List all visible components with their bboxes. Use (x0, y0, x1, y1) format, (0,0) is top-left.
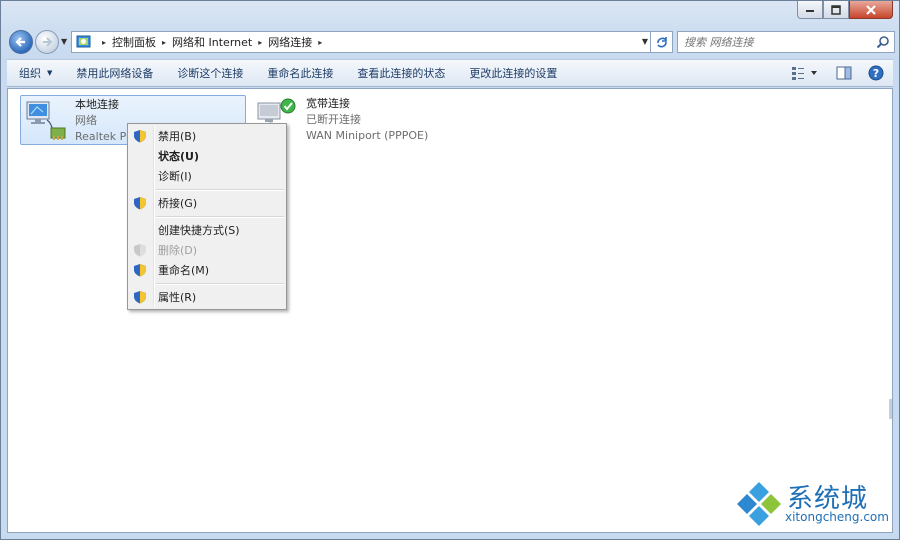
help-icon: ? (868, 65, 884, 81)
breadcrumb-root-arrow[interactable]: ▸ (102, 38, 106, 47)
context-menu: 禁用(B) 状态(U) 诊断(I) 桥接(G) 创建快捷方式(S) 删除(D) (127, 123, 287, 310)
uac-shield-icon (134, 130, 146, 143)
diagnose-connection-button[interactable]: 诊断这个连接 (165, 60, 255, 86)
menu-separator (128, 186, 286, 193)
address-bar[interactable]: ▸ 控制面板 ▸ 网络和 Internet ▸ 网络连接 ▸ ▼ (71, 31, 651, 53)
preview-pane-icon (836, 66, 852, 80)
menu-item-label: 禁用(B) (158, 130, 197, 143)
menu-item-label: 诊断(I) (158, 170, 192, 183)
change-settings-button[interactable]: 更改此连接的设置 (457, 60, 569, 86)
maximize-button[interactable] (823, 1, 849, 19)
watermark-logo-icon (737, 482, 781, 526)
address-dropdown[interactable]: ▼ (642, 37, 648, 46)
menu-item-delete: 删除(D) (128, 240, 286, 260)
scrollbar[interactable] (889, 399, 892, 419)
menu-item-label: 状态(U) (158, 150, 199, 163)
menu-item-label: 属性(R) (158, 291, 197, 304)
menu-item-status[interactable]: 状态(U) (128, 146, 286, 166)
connection-status: 已断开连接 (306, 113, 361, 126)
search-input[interactable] (684, 35, 864, 49)
close-button[interactable] (849, 1, 893, 19)
menu-item-create-shortcut[interactable]: 创建快捷方式(S) (128, 220, 286, 240)
forward-button[interactable] (35, 30, 59, 54)
watermark-url: xitongcheng.com (785, 510, 889, 524)
breadcrumb-network-connections[interactable]: 网络连接 (268, 34, 312, 50)
organize-label: 组织 (19, 67, 41, 80)
uac-shield-disabled-icon (134, 244, 146, 257)
rename-connection-button[interactable]: 重命名此连接 (255, 60, 345, 86)
organize-menu[interactable]: 组织 ▼ (7, 60, 64, 86)
watermark: 系统城 xitongcheng.com (733, 478, 889, 528)
menu-item-bridge[interactable]: 桥接(G) (128, 193, 286, 213)
view-options-icon (792, 67, 817, 80)
change-view-button[interactable] (789, 63, 823, 83)
menu-item-rename[interactable]: 重命名(M) (128, 260, 286, 280)
forward-arrow-icon (43, 37, 53, 47)
breadcrumb-control-panel[interactable]: 控制面板 (112, 34, 156, 50)
menu-item-properties[interactable]: 属性(R) (128, 287, 286, 307)
menu-item-disable[interactable]: 禁用(B) (128, 126, 286, 146)
disable-device-button[interactable]: 禁用此网络设备 (64, 60, 165, 86)
close-icon (866, 4, 876, 15)
breadcrumb-arrow[interactable]: ▸ (258, 38, 262, 47)
menu-separator (128, 213, 286, 220)
back-arrow-icon (15, 37, 25, 47)
refresh-button[interactable] (651, 31, 673, 53)
address-row: ▼ ▸ 控制面板 ▸ 网络和 Internet ▸ 网络连接 ▸ ▼ (7, 29, 895, 55)
menu-item-diagnose[interactable]: 诊断(I) (128, 166, 286, 186)
uac-shield-icon (134, 264, 146, 277)
breadcrumb-arrow[interactable]: ▸ (318, 38, 322, 47)
search-box[interactable] (677, 31, 895, 53)
minimize-icon (806, 9, 814, 12)
connection-broadband-text: 宽带连接 已断开连接 WAN Miniport (PPPOE) (306, 95, 428, 145)
uac-shield-icon (134, 291, 146, 304)
menu-separator (128, 280, 286, 287)
breadcrumb-network-internet[interactable]: 网络和 Internet (172, 34, 252, 50)
recent-pages-dropdown[interactable]: ▼ (61, 37, 67, 46)
connection-device: WAN Miniport (PPPOE) (306, 129, 429, 142)
back-button[interactable] (9, 30, 33, 54)
explorer-window: ▼ ▸ 控制面板 ▸ 网络和 Internet ▸ 网络连接 ▸ ▼ 搜索 网络… (0, 0, 900, 540)
toolbar-right: ? (789, 63, 887, 83)
preview-pane-button[interactable] (833, 63, 855, 83)
connection-name: 本地连接 (75, 98, 119, 111)
minimize-button[interactable] (797, 1, 823, 19)
maximize-icon (831, 4, 841, 15)
command-bar: 组织 ▼ 禁用此网络设备 诊断这个连接 重命名此连接 查看此连接的状态 更改此连接… (7, 59, 893, 87)
menu-item-label: 创建快捷方式(S) (158, 224, 240, 237)
menu-item-label: 桥接(G) (158, 197, 198, 210)
connection-name: 宽带连接 (306, 97, 350, 110)
uac-shield-icon (134, 197, 146, 210)
view-status-button[interactable]: 查看此连接的状态 (345, 60, 457, 86)
chevron-down-icon: ▼ (47, 69, 53, 77)
menu-item-label: 重命名(M) (158, 264, 210, 277)
control-panel-icon (76, 35, 91, 48)
network-adapter-icon (25, 98, 69, 144)
refresh-icon (656, 37, 667, 48)
search-icon[interactable] (876, 35, 890, 49)
menu-item-label: 删除(D) (158, 244, 198, 257)
breadcrumb-arrow[interactable]: ▸ (162, 38, 166, 47)
caption-buttons (797, 1, 893, 19)
svg-text:?: ? (873, 67, 879, 80)
help-button[interactable]: ? (865, 63, 887, 83)
